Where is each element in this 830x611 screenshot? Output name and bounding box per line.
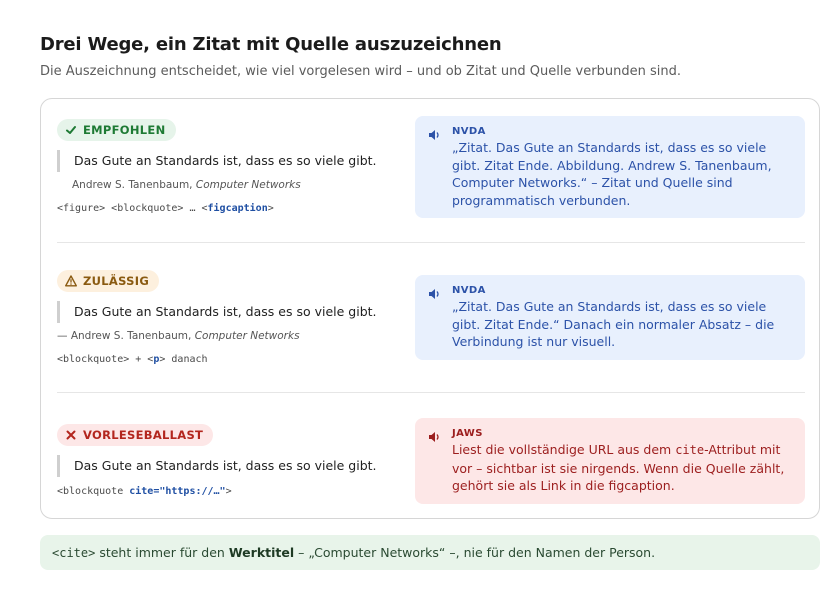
- screenreader-name: NVDA: [452, 285, 486, 296]
- screenreader-text: „Zitat. Das Gute an Standards ist, dass …: [452, 299, 775, 349]
- caption-author: Andrew S. Tanenbaum,: [72, 179, 193, 191]
- code-part: <blockquote> + <: [57, 354, 154, 365]
- caption-work: Computer Networks: [194, 330, 300, 342]
- code-part: <figure> <blockquote> … <: [57, 203, 208, 214]
- speaker-icon: [429, 130, 439, 140]
- divider: [57, 242, 805, 243]
- examples-card: EMPFOHLEN Das Gute an Standards ist, das…: [40, 98, 820, 519]
- screenreader-output-nvda: NVDA „Zitat. Das Gute an Standards ist, …: [415, 275, 805, 360]
- screenreader-text: Liest die vollständige URL aus dem cite-…: [452, 441, 785, 495]
- caption-work: Computer Networks: [195, 179, 301, 191]
- code-keyword: cite="https://…": [129, 486, 226, 497]
- example-row-recommended: EMPFOHLEN Das Gute an Standards ist, das…: [57, 116, 805, 239]
- badge-label: ZULÄSSIG: [83, 274, 150, 288]
- page-subtitle: Die Auszeichnung entscheidet, wie viel v…: [40, 64, 681, 79]
- page-title: Drei Wege, ein Zitat mit Quelle auszuzei…: [40, 34, 502, 55]
- quote-caption: Andrew S. Tanenbaum, Computer Networks: [72, 179, 301, 191]
- screenreader-text-part: Liest die vollständige URL aus dem: [452, 442, 676, 457]
- caption-author: — Andrew S. Tanenbaum,: [57, 330, 192, 342]
- screenreader-name: NVDA: [452, 126, 486, 137]
- screenreader-text: „Zitat. Das Gute an Standards ist, dass …: [452, 140, 772, 208]
- badge-label: EMPFOHLEN: [83, 123, 166, 137]
- code-part: >: [267, 203, 274, 214]
- badge-label: VORLESEBALLAST: [83, 428, 204, 442]
- speaker-icon: [429, 289, 439, 299]
- x-icon: [66, 430, 76, 440]
- note-emphasis: Werktitel: [228, 545, 295, 560]
- quote-caption: — Andrew S. Tanenbaum, Computer Networks: [57, 330, 300, 342]
- status-badge-recommended: EMPFOHLEN: [57, 119, 176, 141]
- cite-note: <cite> steht immer für den Werktitel – „…: [40, 535, 820, 570]
- screenreader-output-nvda: NVDA „Zitat. Das Gute an Standards ist, …: [415, 116, 805, 218]
- note-text: – „Computer Networks“ –, nie für den Nam…: [294, 545, 656, 560]
- code-snippet: <blockquote cite="https://…">: [57, 486, 232, 497]
- status-badge-acceptable: ZULÄSSIG: [57, 270, 160, 292]
- note-text: steht immer für den: [95, 545, 229, 560]
- example-row-acceptable: ZULÄSSIG Das Gute an Standards ist, dass…: [57, 270, 805, 380]
- screenreader-output-jaws: JAWS Liest die vollständige URL aus dem …: [415, 418, 805, 504]
- code-part: <blockquote: [57, 486, 130, 497]
- code-keyword: figcaption: [207, 203, 268, 214]
- code-snippet: <figure> <blockquote> … <figcaption>: [57, 203, 274, 214]
- note-code: <cite>: [52, 546, 96, 560]
- quote-text: Das Gute an Standards ist, dass es so vi…: [57, 150, 377, 172]
- divider: [57, 392, 805, 393]
- screenreader-name: JAWS: [452, 428, 483, 439]
- attribute-code: cite: [675, 443, 705, 457]
- status-badge-bad: VORLESEBALLAST: [57, 424, 214, 446]
- speaker-icon: [429, 432, 439, 442]
- code-part: >: [225, 486, 232, 497]
- code-snippet: <blockquote> + <p> danach: [57, 354, 208, 365]
- code-part: > danach: [159, 354, 208, 365]
- check-icon: [66, 126, 76, 134]
- example-row-bad: VORLESEBALLAST Das Gute an Standards ist…: [57, 418, 805, 514]
- quote-text: Das Gute an Standards ist, dass es so vi…: [57, 455, 377, 477]
- warning-icon: [65, 275, 77, 287]
- quote-text: Das Gute an Standards ist, dass es so vi…: [57, 301, 377, 323]
